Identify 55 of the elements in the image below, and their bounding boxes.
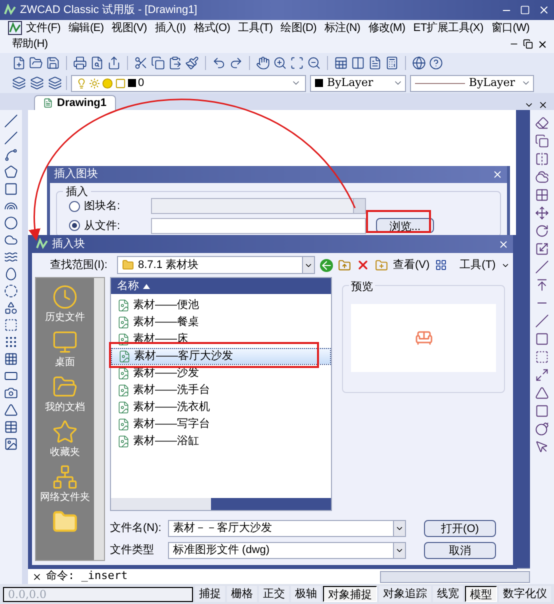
layer-combo[interactable]: 0	[71, 74, 306, 92]
menu-item[interactable]: 帮助(H)	[8, 36, 52, 52]
filename-label: 文件名(N):	[110, 520, 162, 536]
place-item[interactable]: 我的文档	[45, 374, 85, 415]
color-combo[interactable]: ByLayer	[310, 74, 406, 92]
place-item[interactable]: 桌面	[52, 329, 78, 370]
status-toggle[interactable]: 捕捉	[195, 586, 225, 602]
tools-menu[interactable]: 工具(T)	[460, 256, 496, 274]
file-row[interactable]: 素材——洗手台	[111, 382, 331, 399]
menu-item[interactable]: 标注(N)	[320, 20, 364, 36]
document-tab[interactable]: Drawing1	[34, 95, 116, 110]
coordinates-field: 0.0,0.0	[3, 586, 193, 602]
file-row[interactable]: 素材——浴缸	[111, 433, 331, 450]
file-row[interactable]: 素材——便池	[111, 297, 331, 314]
place-item[interactable]: 网络文件夹	[40, 464, 90, 505]
menu-item[interactable]: 修改(M)	[364, 20, 410, 36]
column-header[interactable]: 名称	[111, 278, 331, 294]
dialog-title: 插入图块	[54, 167, 99, 182]
look-in-combo[interactable]: 8.7.1 素材块	[117, 256, 315, 274]
menu-item[interactable]: 绘图(D)	[276, 20, 320, 36]
menu-item[interactable]: 格式(O)	[190, 20, 234, 36]
command-line: 命令: _insert	[46, 568, 129, 584]
filetype-label: 文件类型	[110, 542, 155, 558]
menu-item[interactable]: 文件(F)	[22, 20, 65, 36]
view-menu[interactable]: 查看(V)	[393, 256, 430, 274]
menu-item[interactable]: ET扩展工具(X)	[409, 20, 488, 36]
filetype-combo[interactable]: 标准图形文件 (dwg)	[168, 542, 406, 558]
menu-item[interactable]: 编辑(E)	[64, 20, 108, 36]
file-row[interactable]: 素材——餐桌	[111, 314, 331, 331]
open-button[interactable]: 打开(O)	[424, 520, 496, 536]
menu-item[interactable]: 窗口(W)	[487, 20, 534, 36]
status-toggle[interactable]: 对象捕捉	[323, 586, 377, 602]
file-row[interactable]: 素材——写字台	[111, 416, 331, 433]
filename-field[interactable]: 素材－－客厅大沙发	[168, 520, 406, 536]
file-row[interactable]: 素材——客厅大沙发	[111, 348, 331, 365]
layer-name: 0	[138, 76, 146, 91]
status-toggle[interactable]: 正交	[259, 586, 289, 602]
place-item[interactable]: 收藏夹	[50, 419, 80, 460]
status-toggle[interactable]: 栅格	[227, 586, 257, 602]
status-toggle[interactable]: 极轴	[291, 586, 321, 602]
menu-item[interactable]: 视图(V)	[108, 20, 151, 36]
place-item[interactable]: 历史文件	[45, 284, 85, 325]
status-toggle[interactable]: 对象追踪	[379, 586, 431, 602]
linetype-combo[interactable]: ByLayer	[410, 74, 534, 92]
option-label: 从文件:	[84, 218, 122, 234]
window-title: ZWCAD Classic 试用版 - [Drawing1]	[20, 2, 198, 18]
cancel-button[interactable]: 取消	[424, 542, 496, 558]
status-toggle[interactable]: 线宽	[433, 586, 463, 602]
menu-item[interactable]: 工具(T)	[234, 20, 277, 36]
status-toggle[interactable]: 数字化仪	[499, 586, 551, 602]
file-row[interactable]: 素材——洗衣机	[111, 399, 331, 416]
menu-item[interactable]: 插入(I)	[150, 20, 190, 36]
status-toggle[interactable]: 模型	[465, 586, 497, 602]
dialog-title: 插入块	[52, 236, 86, 252]
look-in-label: 查找范围(I):	[50, 258, 108, 273]
